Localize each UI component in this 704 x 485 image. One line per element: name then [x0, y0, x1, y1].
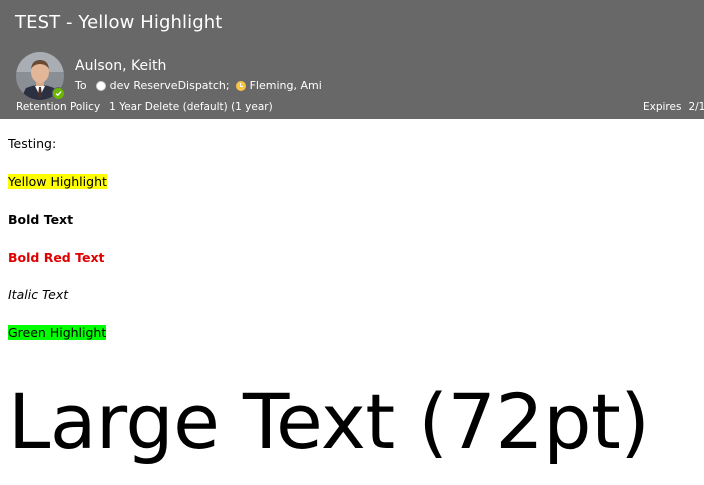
message-header: TEST - Yellow Highlight Aulson, Keith To [0, 0, 704, 119]
message-subject: TEST - Yellow Highlight [15, 12, 223, 33]
to-label: To [75, 79, 87, 92]
retention-label: Retention Policy [16, 101, 101, 113]
recipients-line: To dev ReserveDispatch; Fleming, Ami [75, 79, 322, 92]
italic-text: Italic Text [8, 287, 69, 302]
body-intro: Testing: [8, 136, 57, 151]
yellow-highlight-text: Yellow Highlight [8, 174, 107, 189]
expires-label: Expires [643, 101, 682, 113]
check-icon [55, 91, 62, 97]
presence-available-icon [52, 87, 65, 100]
offline-status-icon [95, 80, 106, 91]
expires-value: 2/1 [688, 101, 704, 113]
retention-policy: Retention Policy 1 Year Delete (default) … [16, 101, 273, 113]
green-highlight-text: Green Highlight [8, 325, 107, 340]
expires-info: Expires 2/1 [643, 101, 704, 113]
recipient-name[interactable]: Fleming, Ami [250, 79, 322, 92]
large-text: Large Text (72pt) [8, 377, 650, 466]
bold-text: Bold Text [8, 212, 74, 227]
bold-red-text: Bold Red Text [8, 250, 105, 265]
away-clock-icon [235, 80, 246, 91]
sender-name[interactable]: Aulson, Keith [75, 58, 166, 74]
retention-value: 1 Year Delete (default) (1 year) [109, 101, 273, 113]
recipient-name[interactable]: dev ReserveDispatch; [110, 79, 230, 92]
